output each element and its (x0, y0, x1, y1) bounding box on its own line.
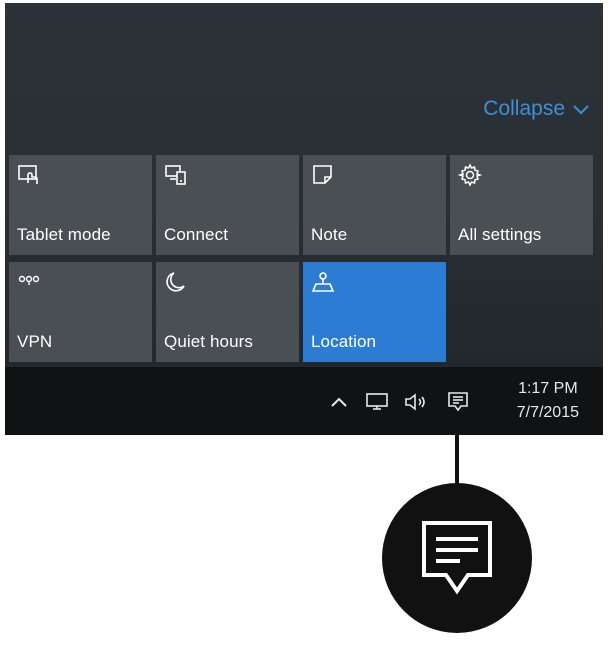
tile-label: Location (311, 332, 377, 351)
tile-note[interactable]: Note (303, 155, 446, 255)
tile-label: VPN (17, 332, 53, 351)
tile-label: All settings (458, 225, 542, 244)
location-icon (311, 270, 335, 294)
system-clock[interactable]: 1:17 PM 7/7/2015 (517, 377, 579, 425)
connect-icon (164, 163, 188, 187)
network-icon[interactable] (365, 391, 391, 413)
action-center-icon[interactable] (446, 391, 470, 413)
note-icon (311, 163, 335, 187)
clock-time: 1:17 PM (518, 380, 578, 397)
action-center-icon (422, 521, 492, 595)
gear-icon (457, 163, 483, 187)
collapse-button[interactable]: Collapse (483, 97, 589, 121)
tile-quiet-hours[interactable]: Quiet hours (156, 262, 299, 362)
action-center-panel: Collapse Tablet mode Connect Note All se… (5, 3, 603, 435)
tile-all-settings[interactable]: All settings (450, 155, 593, 255)
clock-date: 7/7/2015 (516, 404, 579, 421)
tile-tablet-mode[interactable]: Tablet mode (9, 155, 152, 255)
moon-icon (164, 270, 188, 294)
tile-label: Tablet mode (17, 225, 111, 244)
tile-location[interactable]: Location (303, 262, 446, 362)
tile-connect[interactable]: Connect (156, 155, 299, 255)
collapse-label: Collapse (483, 97, 565, 120)
tablet-mode-icon (17, 163, 41, 187)
callout-connector-line (455, 435, 459, 487)
tile-label: Connect (164, 225, 229, 244)
vpn-icon (17, 270, 41, 294)
taskbar: 1:17 PM 7/7/2015 (5, 367, 603, 435)
tile-vpn[interactable]: VPN (9, 262, 152, 362)
volume-icon[interactable] (403, 391, 429, 413)
tile-label: Quiet hours (164, 332, 253, 351)
tile-label: Note (311, 225, 348, 244)
chevron-down-icon (573, 105, 589, 115)
action-center-callout (382, 483, 532, 633)
chevron-up-icon[interactable] (330, 391, 348, 413)
